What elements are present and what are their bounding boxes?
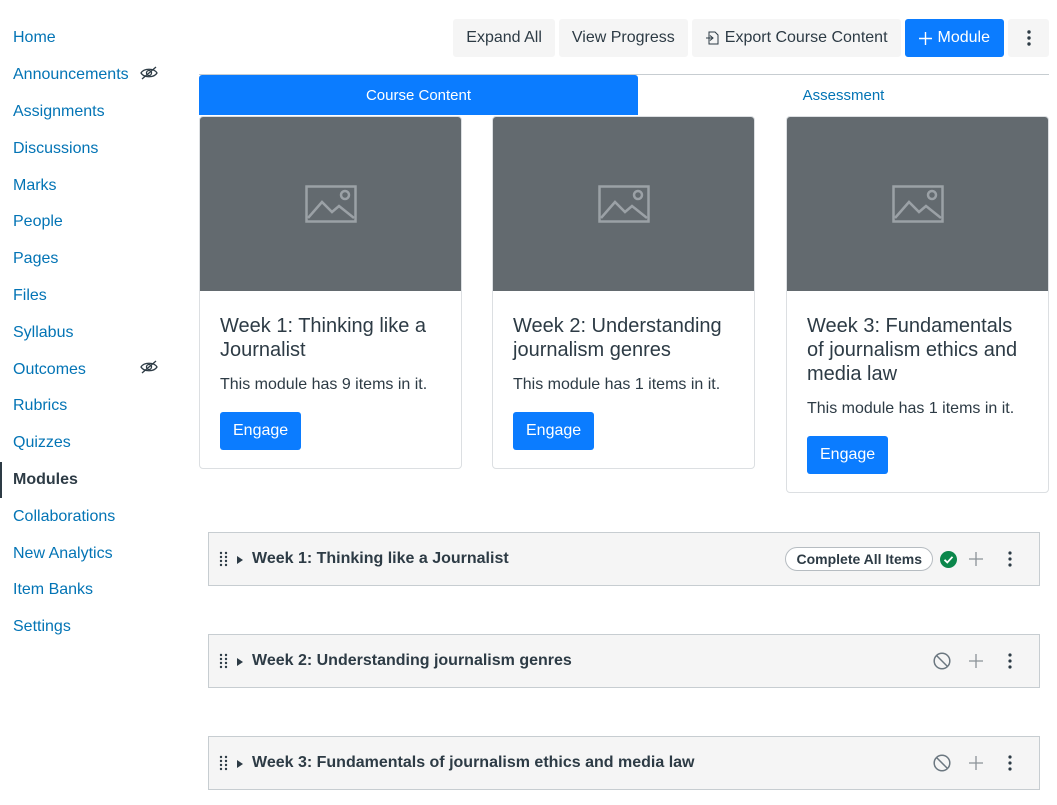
nav-label: Modules [13, 470, 78, 488]
nav-label: Announcements [13, 66, 129, 84]
card-image-placeholder [787, 117, 1048, 291]
nav-label: Collaborations [13, 507, 116, 525]
card-description: This module has 1 items in it. [807, 400, 1015, 417]
nav-label: People [13, 213, 63, 231]
card-description: This module has 9 items in it. [220, 376, 428, 393]
module-card: Week 1: Thinking like a Journalist This … [199, 116, 462, 469]
add-module-label: Module [937, 29, 990, 46]
nav-label: New Analytics [13, 544, 113, 562]
module-card: Week 2: Understanding journalism genres … [492, 116, 755, 469]
add-item-plus-icon[interactable] [959, 644, 993, 678]
card-title: Week 2: Understanding journalism genres [513, 315, 722, 361]
module-title: Week 2: Understanding journalism genres [252, 652, 572, 669]
module-row[interactable]: Week 3: Fundamentals of journalism ethic… [208, 736, 1040, 790]
nav-label: Home [13, 29, 56, 47]
module-actions: Complete All Items [785, 533, 1027, 585]
nav-label: Pages [13, 250, 59, 268]
nav-label: Files [13, 286, 47, 304]
modules-toolbar: Expand All View Progress Export Course C… [453, 19, 1049, 57]
drag-handle-icon[interactable] [219, 551, 229, 567]
module-kebab-icon[interactable] [993, 746, 1027, 780]
unpublished-icon[interactable] [925, 644, 959, 678]
module-row[interactable]: Week 1: Thinking like a Journalist Compl… [208, 532, 1040, 586]
nav-announcements[interactable]: Announcements [0, 57, 175, 94]
add-item-plus-icon[interactable] [959, 746, 993, 780]
more-options-button[interactable] [1008, 19, 1049, 57]
module-row[interactable]: Week 2: Understanding journalism genres [208, 634, 1040, 688]
module-actions [925, 737, 1027, 789]
card-description: This module has 1 items in it. [513, 376, 721, 393]
unpublished-icon[interactable] [925, 746, 959, 780]
nav-modules[interactable]: Modules [0, 461, 175, 499]
nav-label: Discussions [13, 139, 99, 157]
nav-people[interactable]: People [0, 204, 175, 241]
drag-handle-icon[interactable] [219, 755, 229, 771]
content-tabs: Course Content Assessment [199, 74, 1049, 115]
expand-caret-icon[interactable] [237, 658, 243, 666]
nav-assignments[interactable]: Assignments [0, 94, 175, 131]
image-placeholder-icon [597, 185, 650, 223]
nav-discussions[interactable]: Discussions [0, 130, 175, 167]
module-kebab-icon[interactable] [993, 644, 1027, 678]
nav-home[interactable]: Home [0, 20, 175, 57]
nav-pages[interactable]: Pages [0, 241, 175, 278]
modules-page: Home Announcements Assignments Discussio… [0, 0, 1057, 805]
nav-label: Settings [13, 618, 71, 636]
kebab-icon [1026, 30, 1031, 46]
expand-caret-icon[interactable] [237, 556, 243, 564]
drag-handle-icon[interactable] [219, 653, 229, 669]
module-title: Week 3: Fundamentals of journalism ethic… [252, 754, 695, 771]
tab-course-content[interactable]: Course Content [199, 75, 638, 115]
nav-syllabus[interactable]: Syllabus [0, 314, 175, 351]
view-progress-button[interactable]: View Progress [558, 19, 688, 57]
nav-label: Rubrics [13, 397, 68, 415]
nav-item-banks[interactable]: Item Banks [0, 572, 175, 609]
nav-label: Quizzes [13, 434, 71, 452]
published-check-icon[interactable] [937, 542, 959, 576]
plus-icon [918, 31, 932, 45]
expand-all-button[interactable]: Expand All [453, 19, 555, 57]
eye-slash-icon [140, 66, 158, 80]
requirement-badge: Complete All Items [785, 547, 933, 571]
export-icon [705, 31, 719, 45]
engage-button[interactable]: Engage [807, 436, 889, 474]
eye-slash-icon [140, 360, 158, 374]
export-label: Export Course Content [724, 29, 888, 46]
nav-settings[interactable]: Settings [0, 609, 175, 646]
engage-button[interactable]: Engage [513, 412, 595, 450]
nav-new-analytics[interactable]: New Analytics [0, 535, 175, 572]
module-card: Week 3: Fundamentals of journalism ethic… [786, 116, 1049, 493]
nav-marks[interactable]: Marks [0, 167, 175, 204]
module-kebab-icon[interactable] [993, 542, 1027, 576]
nav-label: Syllabus [13, 323, 74, 341]
card-title: Week 1: Thinking like a Journalist [220, 315, 427, 361]
nav-label: Marks [13, 176, 57, 194]
nav-collaborations[interactable]: Collaborations [0, 498, 175, 535]
module-title: Week 1: Thinking like a Journalist [252, 550, 509, 567]
module-actions [925, 635, 1027, 687]
card-title: Week 3: Fundamentals of journalism ethic… [807, 315, 1018, 385]
nav-label: Outcomes [13, 360, 86, 378]
tab-assessment[interactable]: Assessment [638, 75, 1049, 115]
nav-outcomes[interactable]: Outcomes [0, 351, 175, 388]
card-image-placeholder [200, 117, 461, 291]
nav-quizzes[interactable]: Quizzes [0, 425, 175, 462]
engage-button[interactable]: Engage [220, 412, 302, 450]
nav-files[interactable]: Files [0, 278, 175, 315]
add-item-plus-icon[interactable] [959, 542, 993, 576]
add-module-button[interactable]: Module [904, 19, 1004, 57]
image-placeholder-icon [304, 185, 357, 223]
export-course-content-button[interactable]: Export Course Content [691, 19, 901, 57]
card-image-placeholder [493, 117, 754, 291]
course-navigation: Home Announcements Assignments Discussio… [0, 20, 175, 646]
nav-rubrics[interactable]: Rubrics [0, 388, 175, 425]
nav-label: Assignments [13, 102, 105, 120]
nav-label: Item Banks [13, 581, 94, 599]
image-placeholder-icon [891, 185, 944, 223]
expand-caret-icon[interactable] [237, 760, 243, 768]
